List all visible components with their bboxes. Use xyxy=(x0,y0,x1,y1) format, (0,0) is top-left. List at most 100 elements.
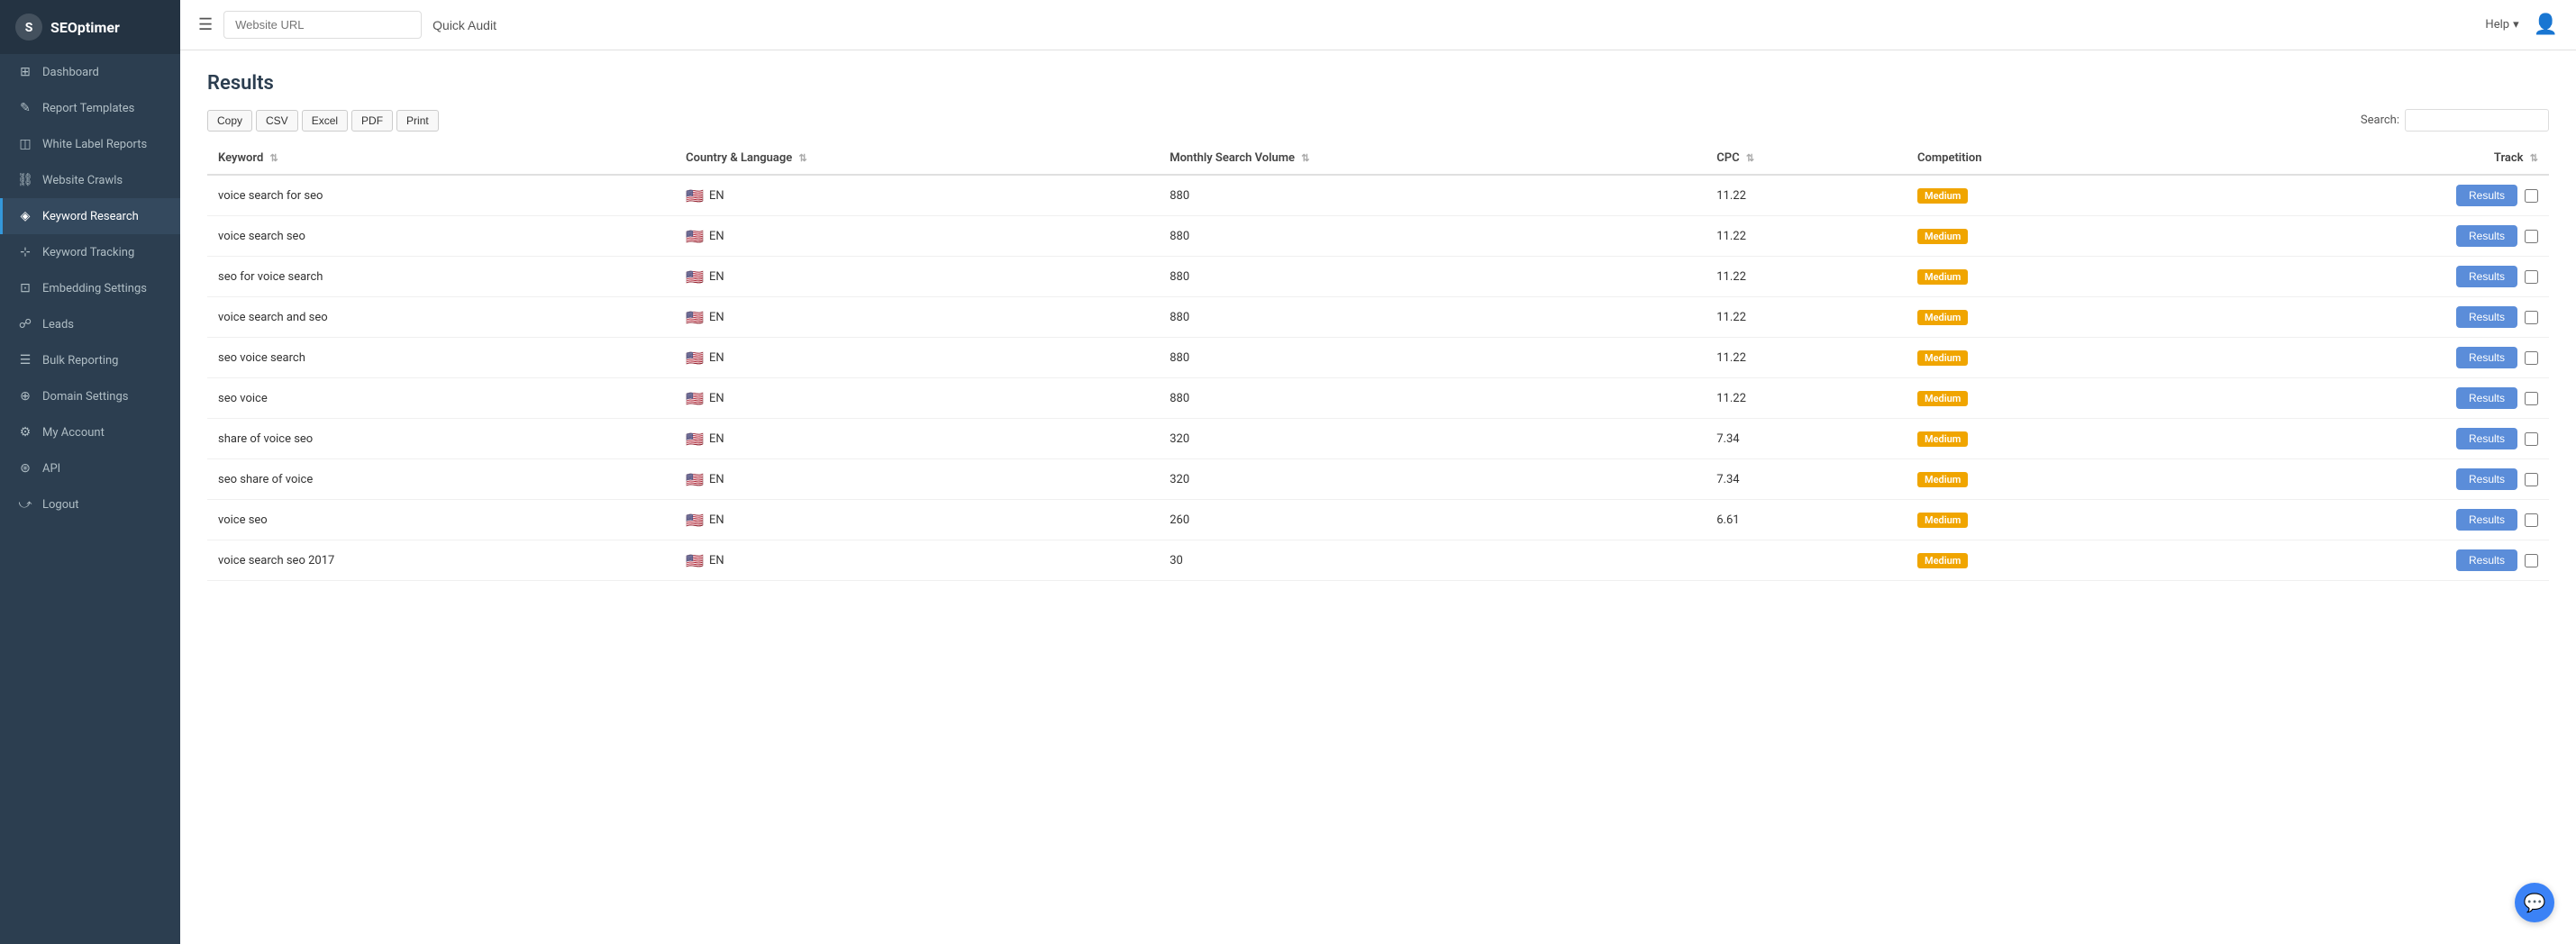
results-button-5[interactable]: Results xyxy=(2456,387,2517,409)
dashboard-icon: ⊞ xyxy=(17,65,33,79)
table-row: share of voice seo 🇺🇸 EN 320 7.34 Medium… xyxy=(207,419,2549,459)
topbar-right: Help ▾ 👤 xyxy=(2485,14,2558,36)
results-table: Keyword ⇅ Country & Language ⇅ Monthly S… xyxy=(207,142,2549,581)
results-button-4[interactable]: Results xyxy=(2456,347,2517,368)
hamburger-icon[interactable]: ☰ xyxy=(198,15,213,34)
cell-track-9: Results xyxy=(2198,540,2549,581)
content-area: Results Copy CSV Excel PDF Print Search:… xyxy=(180,50,2576,944)
chat-bubble[interactable]: 💬 xyxy=(2515,883,2554,922)
cell-country-0: 🇺🇸 EN xyxy=(675,175,1159,216)
sidebar-item-domain-settings[interactable]: ⊕ Domain Settings xyxy=(0,378,180,414)
user-icon[interactable]: 👤 xyxy=(2534,14,2558,36)
sidebar-item-keyword-research[interactable]: ◈ Keyword Research xyxy=(0,198,180,234)
sidebar-label-api: API xyxy=(42,462,60,476)
quick-audit-button[interactable]: Quick Audit xyxy=(432,18,496,32)
cpc-sort-icon[interactable]: ⇅ xyxy=(1746,152,1754,164)
results-button-6[interactable]: Results xyxy=(2456,428,2517,449)
sidebar-item-my-account[interactable]: ⚙ My Account xyxy=(0,414,180,450)
url-input[interactable] xyxy=(223,11,422,39)
search-input[interactable] xyxy=(2405,109,2549,132)
track-checkbox-7[interactable] xyxy=(2525,473,2538,486)
sidebar-item-dashboard[interactable]: ⊞ Dashboard xyxy=(0,54,180,90)
cell-country-2: 🇺🇸 EN xyxy=(675,257,1159,297)
results-button-7[interactable]: Results xyxy=(2456,468,2517,490)
col-cpc: CPC ⇅ xyxy=(1706,142,1907,175)
competition-badge-8: Medium xyxy=(1917,513,1968,528)
sidebar-nav: ⊞ Dashboard ✎ Report Templates ◫ White L… xyxy=(0,54,180,522)
sidebar-item-website-crawls[interactable]: ⛓ Website Crawls xyxy=(0,162,180,198)
results-button-8[interactable]: Results xyxy=(2456,509,2517,531)
track-checkbox-5[interactable] xyxy=(2525,392,2538,405)
cell-msv-9: 30 xyxy=(1159,540,1706,581)
main-area: ☰ Quick Audit Help ▾ 👤 Results Copy CSV … xyxy=(180,0,2576,944)
col-keyword: Keyword ⇅ xyxy=(207,142,675,175)
sidebar-item-bulk-reporting[interactable]: ☰ Bulk Reporting xyxy=(0,342,180,378)
flag-icon-4: 🇺🇸 xyxy=(686,349,704,367)
cell-competition-0: Medium xyxy=(1907,175,2198,216)
results-button-0[interactable]: Results xyxy=(2456,185,2517,206)
table-row: seo voice search 🇺🇸 EN 880 11.22 Medium … xyxy=(207,338,2549,378)
keyword-sort-icon[interactable]: ⇅ xyxy=(270,152,278,164)
flag-icon-6: 🇺🇸 xyxy=(686,431,704,448)
cell-msv-7: 320 xyxy=(1159,459,1706,500)
sidebar-label-leads: Leads xyxy=(42,318,74,331)
cell-msv-6: 320 xyxy=(1159,419,1706,459)
sidebar-label-dashboard: Dashboard xyxy=(42,66,99,79)
pdf-button[interactable]: PDF xyxy=(351,110,393,132)
cell-keyword-3: voice search and seo xyxy=(207,297,675,338)
track-checkbox-3[interactable] xyxy=(2525,311,2538,324)
sidebar-item-api[interactable]: ⊛ API xyxy=(0,450,180,486)
flag-icon-0: 🇺🇸 xyxy=(686,187,704,204)
track-checkbox-9[interactable] xyxy=(2525,554,2538,567)
track-checkbox-8[interactable] xyxy=(2525,513,2538,527)
help-arrow-icon: ▾ xyxy=(2513,18,2519,32)
cell-cpc-5: 11.22 xyxy=(1706,378,1907,419)
csv-button[interactable]: CSV xyxy=(256,110,298,132)
sidebar-item-leads[interactable]: ☍ Leads xyxy=(0,306,180,342)
topbar: ☰ Quick Audit Help ▾ 👤 xyxy=(180,0,2576,50)
cell-country-1: 🇺🇸 EN xyxy=(675,216,1159,257)
sidebar-item-embedding-settings[interactable]: ⊡ Embedding Settings xyxy=(0,270,180,306)
track-checkbox-1[interactable] xyxy=(2525,230,2538,243)
cell-keyword-6: share of voice seo xyxy=(207,419,675,459)
track-checkbox-4[interactable] xyxy=(2525,351,2538,365)
results-button-1[interactable]: Results xyxy=(2456,225,2517,247)
cell-cpc-9 xyxy=(1706,540,1907,581)
cell-keyword-4: seo voice search xyxy=(207,338,675,378)
track-sort-icon[interactable]: ⇅ xyxy=(2530,152,2538,164)
print-button[interactable]: Print xyxy=(396,110,439,132)
msv-sort-icon[interactable]: ⇅ xyxy=(1301,152,1309,164)
help-button[interactable]: Help ▾ xyxy=(2485,18,2518,32)
sidebar-label-domain-settings: Domain Settings xyxy=(42,390,128,404)
col-msv: Monthly Search Volume ⇅ xyxy=(1159,142,1706,175)
copy-button[interactable]: Copy xyxy=(207,110,252,132)
cell-track-1: Results xyxy=(2198,216,2549,257)
country-sort-icon[interactable]: ⇅ xyxy=(799,152,807,164)
cell-msv-0: 880 xyxy=(1159,175,1706,216)
api-icon: ⊛ xyxy=(17,461,33,476)
results-button-2[interactable]: Results xyxy=(2456,266,2517,287)
track-checkbox-6[interactable] xyxy=(2525,432,2538,446)
cell-track-6: Results xyxy=(2198,419,2549,459)
table-row: voice seo 🇺🇸 EN 260 6.61 Medium Results xyxy=(207,500,2549,540)
sidebar-item-report-templates[interactable]: ✎ Report Templates xyxy=(0,90,180,126)
track-checkbox-0[interactable] xyxy=(2525,189,2538,203)
cell-competition-4: Medium xyxy=(1907,338,2198,378)
sidebar-item-white-label-reports[interactable]: ◫ White Label Reports xyxy=(0,126,180,162)
cell-competition-2: Medium xyxy=(1907,257,2198,297)
language-0: EN xyxy=(709,189,724,203)
sidebar-item-logout[interactable]: ⤻ Logout xyxy=(0,486,180,522)
cell-track-8: Results xyxy=(2198,500,2549,540)
track-checkbox-2[interactable] xyxy=(2525,270,2538,284)
domain-settings-icon: ⊕ xyxy=(17,389,33,404)
competition-badge-0: Medium xyxy=(1917,188,1968,204)
cell-cpc-7: 7.34 xyxy=(1706,459,1907,500)
page-title: Results xyxy=(207,72,2549,95)
bulk-reporting-icon: ☰ xyxy=(17,353,33,368)
excel-button[interactable]: Excel xyxy=(302,110,348,132)
sidebar-item-keyword-tracking[interactable]: ⊹ Keyword Tracking xyxy=(0,234,180,270)
cell-msv-2: 880 xyxy=(1159,257,1706,297)
logo-icon: S xyxy=(14,13,43,41)
results-button-9[interactable]: Results xyxy=(2456,549,2517,571)
results-button-3[interactable]: Results xyxy=(2456,306,2517,328)
